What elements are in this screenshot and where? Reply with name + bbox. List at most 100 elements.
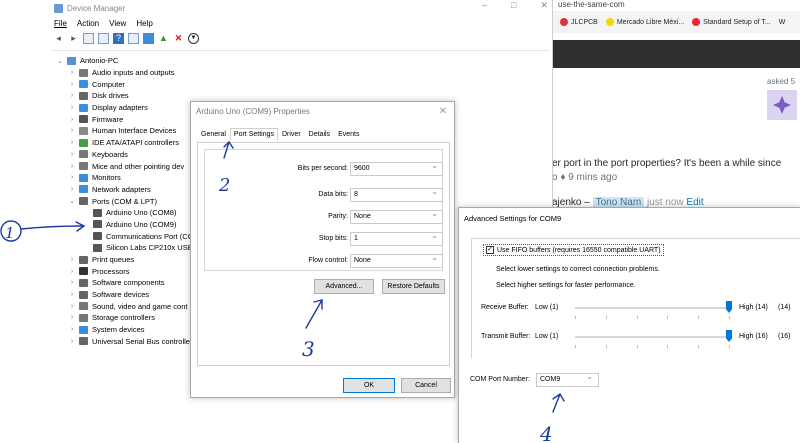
fifo-checkbox[interactable]: ✓ Use FIFO buffers (requires 16550 compa… [483,244,664,256]
chevron-icon[interactable]: ⌄ [68,197,76,205]
tab-events[interactable]: Events [334,128,363,141]
chevron-icon[interactable]: › [68,268,76,275]
tree-item[interactable]: ⌄ Antonio-PC [52,55,550,67]
device-icon [79,325,88,334]
advanced-button[interactable]: Advanced... [314,279,374,294]
tree-item[interactable]: › Computer [52,78,550,90]
uninstall-icon[interactable]: ✕ [173,33,184,44]
checkbox-check-icon: ✓ [486,246,494,254]
monitor-icon[interactable] [143,32,154,44]
view-icon[interactable] [128,32,139,44]
flow-control-select[interactable]: None [350,252,443,268]
com-port-label: COM Port Number: [470,376,530,383]
chevron-icon[interactable]: › [68,104,76,111]
tree-item-label: Keyboards [92,149,128,159]
chevron-icon[interactable]: › [68,116,76,123]
chevron-icon[interactable]: › [68,279,76,286]
chevron-icon[interactable]: › [68,139,76,146]
device-icon [79,80,88,89]
flow-control-row: Flow control: None [205,252,444,268]
device-icon [93,208,102,217]
chevron-icon[interactable]: › [68,338,76,345]
mercado-libre-icon [605,18,614,26]
tree-item-label: Communications Port (CC [106,231,194,241]
cancel-button[interactable]: Cancel [401,378,451,393]
device-icon [79,162,88,171]
asked-label: asked 5 [767,77,796,86]
device-icon [79,173,88,182]
transmit-buffer-track[interactable] [575,336,729,338]
chevron-icon[interactable]: › [68,69,76,76]
receive-buffer-track[interactable] [575,307,729,309]
dialog-close-button[interactable]: ✕ [439,106,447,117]
tree-item[interactable]: › Disk drives [52,90,550,102]
restore-defaults-button[interactable]: Restore Defaults [382,279,445,294]
chevron-icon[interactable]: › [68,151,76,158]
menu-file[interactable]: File [54,19,67,28]
list-icon[interactable] [98,32,109,44]
tab-details[interactable]: Details [305,128,334,141]
chevron-icon[interactable]: › [68,256,76,263]
transmit-value: (16) [778,333,791,340]
tree-item-label: IDE ATA/ATAPI controllers [92,138,179,148]
chevron-icon[interactable]: › [68,314,76,321]
maximize-button[interactable]: □ [511,0,516,14]
properties-icon[interactable] [83,32,94,44]
data-bits-select[interactable]: 8 [350,186,443,202]
chevron-icon[interactable]: › [68,174,76,181]
device-icon [79,290,88,299]
chevron-icon[interactable]: ⌄ [56,57,64,65]
device-icon [93,220,102,229]
bookmark-standard-setup[interactable]: Standard Setup of T... [692,18,771,26]
tab-general[interactable]: General [197,128,230,141]
bookmark-jlcpcb[interactable]: JLCPCB [560,18,598,26]
back-icon[interactable]: ◂ [53,33,64,44]
scan-icon[interactable]: ▼ [188,32,199,44]
bookmark-mercado-libre[interactable]: Mercado Libre Méxi... [605,18,684,26]
device-icon [79,313,88,322]
tab-driver[interactable]: Driver [278,128,305,141]
device-icon [79,126,88,135]
slider-tick [667,316,669,319]
minimize-button[interactable]: – [482,0,487,14]
slider-tick [729,345,730,348]
chevron-icon[interactable]: › [68,127,76,134]
parity-label: Parity: [328,213,348,220]
close-button[interactable]: ✕ [540,0,548,14]
forward-icon[interactable]: ▸ [68,33,79,44]
device-icon [79,115,88,124]
parity-select[interactable]: None [350,208,443,224]
menu-help[interactable]: Help [136,19,152,28]
device-icon [79,197,88,206]
chevron-icon[interactable]: › [68,81,76,88]
user-avatar[interactable] [767,90,797,120]
ok-button[interactable]: OK [343,378,395,393]
window-controls: – □ ✕ [482,0,548,14]
tree-item[interactable]: › Audio inputs and outputs [52,67,550,79]
chevron-icon[interactable]: › [68,303,76,310]
chevron-icon[interactable]: › [68,92,76,99]
chevron-icon[interactable]: › [68,186,76,193]
menu-action[interactable]: Action [77,19,99,28]
bookmark-w[interactable]: W [779,19,786,26]
chevron-icon[interactable]: › [68,163,76,170]
tree-item-label: Audio inputs and outputs [92,68,175,78]
help-icon[interactable]: ? [113,32,124,44]
update-driver-icon[interactable]: ▲ [158,33,169,44]
device-icon [79,337,88,346]
slider-tick [605,316,607,319]
chevron-icon[interactable]: › [68,291,76,298]
window-title: Device Manager [67,3,126,13]
stop-bits-select[interactable]: 1 [350,230,443,246]
tree-item-label: Software devices [92,290,150,300]
fifo-group [471,238,800,358]
dialog-title: Arduino Uno (COM9) Properties [196,107,310,116]
com-port-select[interactable]: COM9 [536,371,599,387]
device-icon [79,68,88,77]
address-bar[interactable]: use-the-same-com [552,0,800,11]
menu-view[interactable]: View [109,19,126,28]
tree-item-label: Print queues [92,255,135,265]
tab-port-settings[interactable]: Port Settings [229,128,278,141]
bits-per-second-select[interactable]: 9600 [350,160,443,176]
chevron-icon[interactable]: › [68,326,76,333]
